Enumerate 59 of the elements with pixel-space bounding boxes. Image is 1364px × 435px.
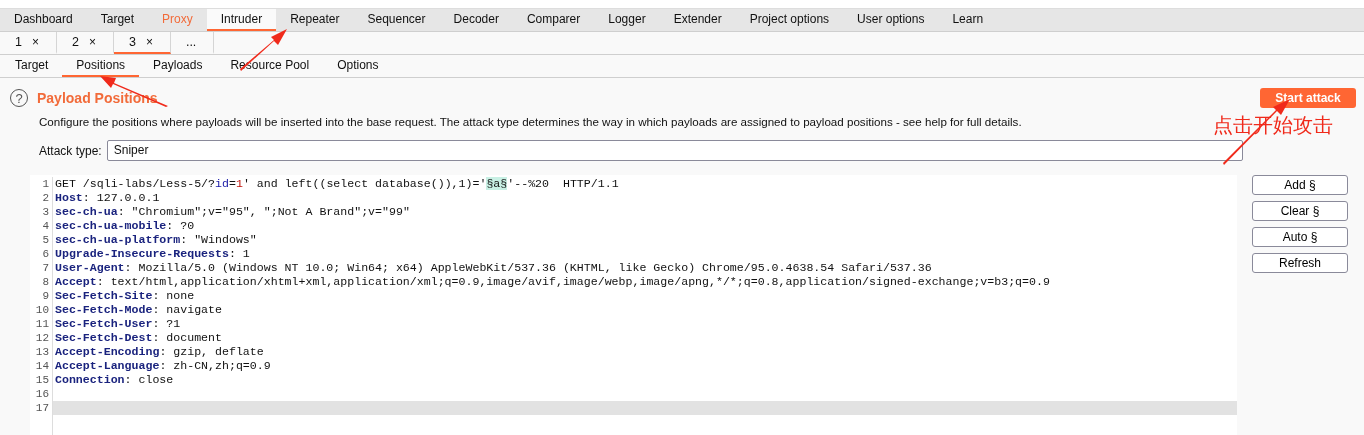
code-line: Accept: text/html,application/xhtml+xml,application/xml;q=0.9,image/avif,image/webp,image/apng,*/*;q=0.8,application/signed-exchange;v=b3;q=0.9 bbox=[54, 275, 1051, 289]
line-number: 4 bbox=[41, 219, 50, 233]
tab[interactable]: Project options bbox=[735, 9, 844, 31]
tab[interactable]: Sequencer bbox=[353, 9, 440, 31]
line-number: 11 bbox=[34, 317, 50, 331]
line-number: 16 bbox=[34, 387, 50, 401]
line-number: 6 bbox=[41, 247, 50, 261]
line-number: 5 bbox=[41, 233, 50, 247]
line-number: 3 bbox=[41, 205, 50, 219]
editor-button[interactable]: Add § bbox=[1252, 175, 1348, 195]
attack-tab[interactable]: 1 × bbox=[0, 32, 57, 54]
code-line: sec-ch-ua: "Chromium";v="95", ";Not A Brand";v="99" bbox=[54, 205, 411, 219]
line-number: 2 bbox=[41, 191, 50, 205]
tab[interactable]: Intruder bbox=[206, 9, 277, 31]
line-number: 13 bbox=[34, 345, 50, 359]
code-line: Accept-Encoding: gzip, deflate bbox=[54, 345, 265, 359]
tab[interactable]: User options bbox=[843, 9, 939, 31]
line-number: 12 bbox=[34, 331, 50, 345]
line-number: 9 bbox=[41, 289, 50, 303]
tab[interactable]: Options bbox=[323, 55, 393, 77]
line-number: 10 bbox=[34, 303, 50, 317]
code-line: Sec-Fetch-Mode: navigate bbox=[54, 303, 223, 317]
code-line: sec-ch-ua-platform: "Windows" bbox=[54, 233, 258, 247]
code-line: Accept-Language: zh-CN,zh;q=0.9 bbox=[54, 359, 272, 373]
code-line: Sec-Fetch-Dest: document bbox=[54, 331, 223, 345]
tab[interactable]: Decoder bbox=[439, 9, 513, 31]
line-number: 17 bbox=[34, 401, 50, 415]
tab[interactable]: Learn bbox=[938, 9, 998, 31]
line-number: 15 bbox=[34, 373, 50, 387]
editor-button[interactable]: Refresh bbox=[1252, 253, 1348, 273]
request-editor[interactable] bbox=[30, 175, 1237, 435]
code-line: Upgrade-Insecure-Requests: 1 bbox=[54, 247, 251, 261]
editor-button[interactable]: Clear § bbox=[1252, 201, 1348, 221]
tab[interactable]: Repeater bbox=[276, 9, 354, 31]
code-line: sec-ch-ua-mobile: ?0 bbox=[54, 219, 196, 233]
attack-type-label: Attack type: bbox=[39, 143, 102, 158]
attack-type-dropdown[interactable]: Sniper bbox=[106, 140, 1243, 161]
code-line: Host: 127.0.0.1 bbox=[54, 191, 161, 205]
line-number: 14 bbox=[34, 359, 50, 373]
line-number: 8 bbox=[41, 275, 50, 289]
tab[interactable]: Logger bbox=[594, 9, 660, 31]
editor-button[interactable]: Auto § bbox=[1252, 227, 1348, 247]
line-number: 1 bbox=[41, 177, 50, 191]
tab[interactable]: Target bbox=[0, 55, 63, 77]
attack-tab[interactable]: 3 × bbox=[113, 32, 171, 54]
tab[interactable]: Payloads bbox=[139, 55, 217, 77]
code-line: GET /sqli-labs/Less-5/?id=1' and left((select database()),1)='§a§'--%20 HTTP/1.1 bbox=[54, 177, 620, 191]
tab[interactable]: Extender bbox=[659, 9, 736, 31]
code-line: User-Agent: Mozilla/5.0 (Windows NT 10.0; Win64; x64) AppleWebKit/537.36 (KHTML, like Gecko) Chrome/95.0.4638.54 Safari/537.36 bbox=[54, 261, 933, 275]
attack-tab[interactable]: ... bbox=[170, 32, 215, 54]
tab[interactable]: Comparer bbox=[512, 9, 595, 31]
description-text: Configure the positions where payloads will be inserted into the base request. The attack type determines the way in which payloads are assigned to payload positions - see help for full details. bbox=[39, 115, 1022, 128]
tab[interactable]: Target bbox=[86, 9, 149, 31]
line-number: 7 bbox=[41, 261, 50, 275]
code-line: Sec-Fetch-User: ?1 bbox=[54, 317, 182, 331]
attack-tab[interactable]: 2 × bbox=[56, 32, 114, 54]
code-line: Sec-Fetch-Site: none bbox=[54, 289, 196, 303]
code-line: Connection: close bbox=[54, 373, 175, 387]
tab[interactable]: Dashboard bbox=[0, 9, 87, 31]
